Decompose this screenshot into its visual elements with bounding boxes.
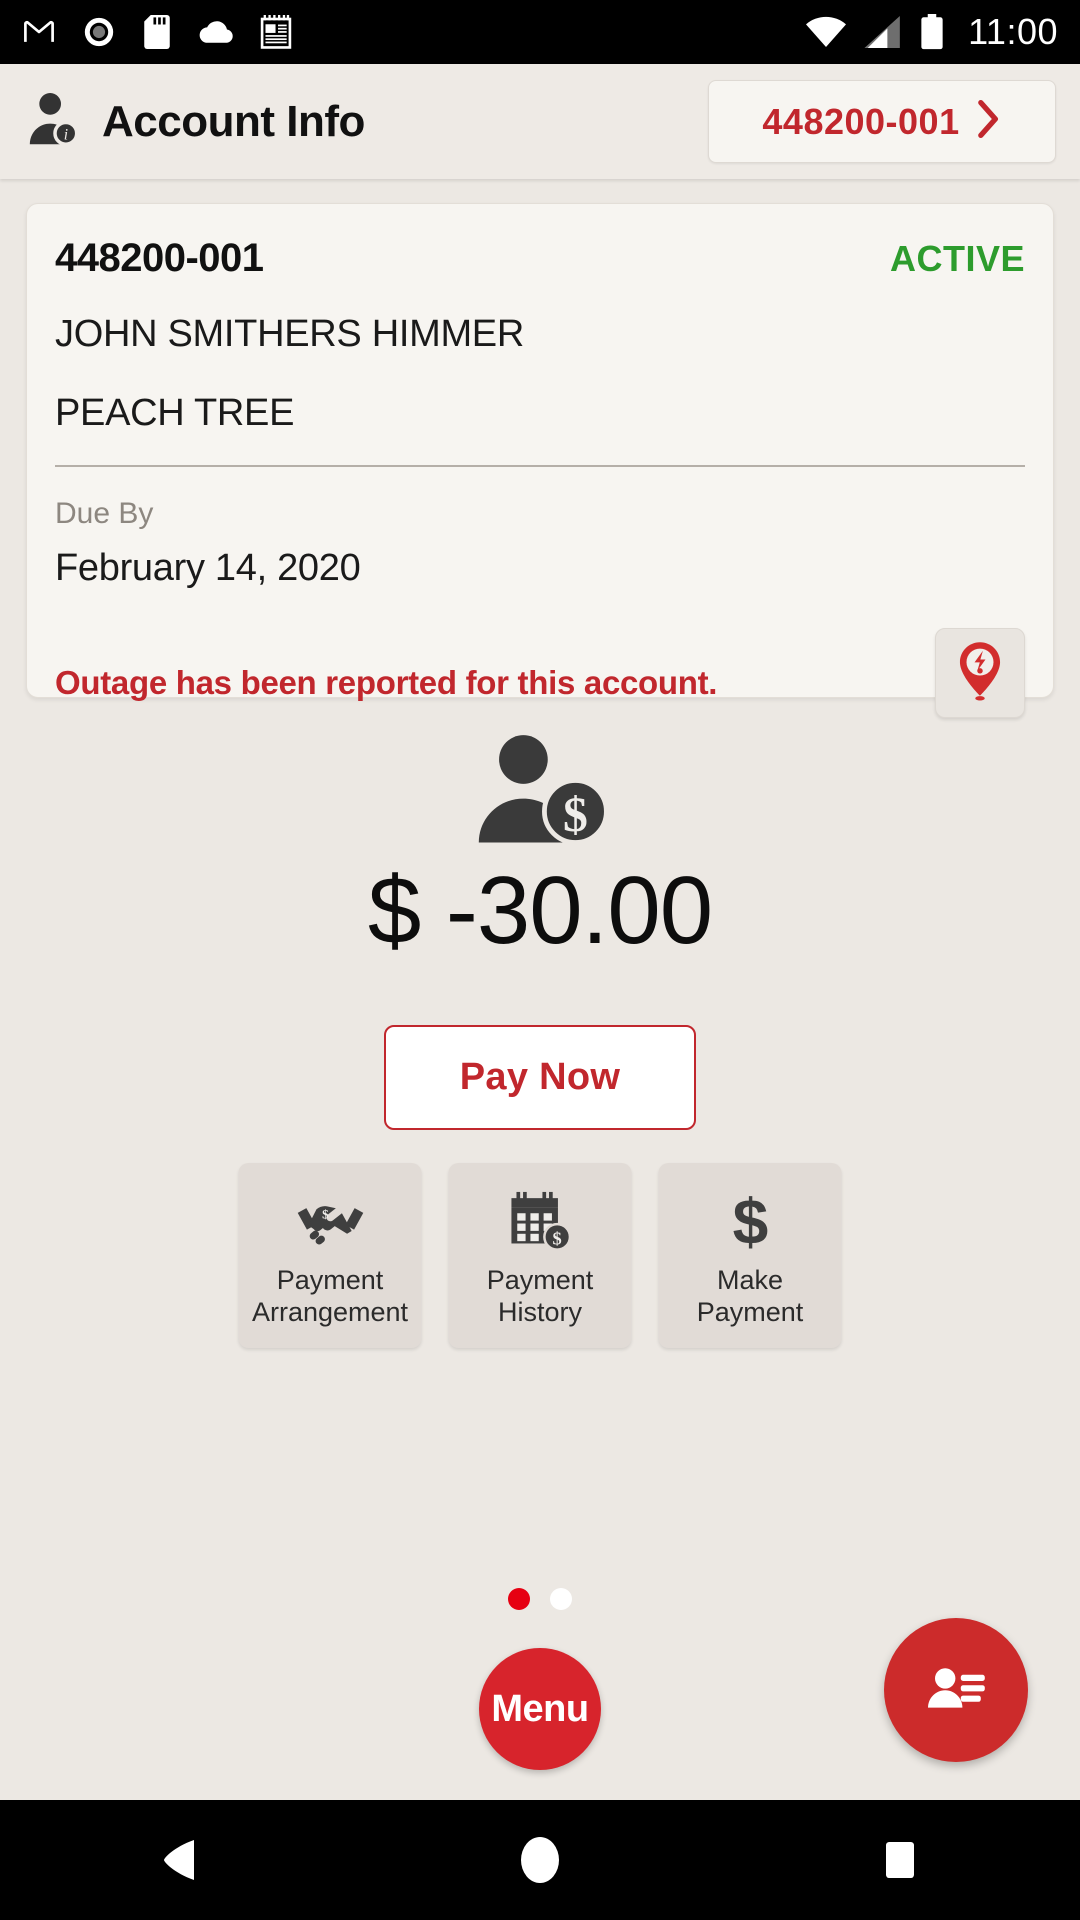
sdcard-icon bbox=[142, 15, 172, 49]
home-circle-icon[interactable] bbox=[480, 1800, 600, 1920]
app-header: i Account Info 448200-001 bbox=[0, 64, 1080, 179]
status-bar-notification-icons bbox=[22, 15, 292, 49]
outage-row: Outage has been reported for this accoun… bbox=[55, 628, 1025, 718]
calendar-dollar-icon: $ bbox=[507, 1187, 573, 1255]
tile-payment-arrangement[interactable]: $ Payment Arrangement bbox=[238, 1163, 422, 1348]
status-badge: ACTIVE bbox=[889, 238, 1025, 279]
contact-us-button[interactable] bbox=[884, 1618, 1028, 1762]
tile-label: Make Payment bbox=[696, 1265, 804, 1327]
status-bar-clock: 11:00 bbox=[968, 11, 1058, 52]
svg-text:i: i bbox=[64, 127, 68, 144]
outage-report-button[interactable] bbox=[935, 628, 1025, 718]
recents-square-icon[interactable] bbox=[840, 1800, 960, 1920]
page-dot-1[interactable] bbox=[508, 1588, 530, 1610]
status-bar-system-icons: 11:00 bbox=[806, 11, 1058, 53]
due-by-date: February 14, 2020 bbox=[55, 547, 361, 589]
handshake-dollar-icon: $ bbox=[295, 1187, 365, 1255]
battery-icon bbox=[920, 14, 944, 50]
pay-now-button[interactable]: Pay Now bbox=[384, 1025, 696, 1130]
quick-actions: $ Payment Arrangement $ Payment History … bbox=[238, 1163, 842, 1348]
card-account-number: 448200-001 bbox=[55, 236, 264, 280]
cloud-icon bbox=[198, 19, 234, 45]
tile-payment-history[interactable]: $ Payment History bbox=[448, 1163, 632, 1348]
svg-text:$: $ bbox=[322, 1207, 329, 1221]
svg-text:$: $ bbox=[552, 1229, 561, 1249]
contact-card-icon bbox=[922, 1660, 990, 1721]
balance-section: $ $ -30.00 bbox=[0, 730, 1080, 962]
account-selector-button[interactable]: 448200-001 bbox=[708, 80, 1056, 163]
outage-pin-icon bbox=[951, 640, 1009, 707]
tile-make-payment[interactable]: $ Make Payment bbox=[658, 1163, 842, 1348]
wifi-icon bbox=[806, 16, 847, 48]
tile-label: Payment Arrangement bbox=[251, 1265, 409, 1327]
svg-text:$: $ bbox=[732, 1188, 768, 1254]
page-indicator bbox=[508, 1588, 572, 1610]
app-screen: 11:00 i Account Info 448200-001 448200-0… bbox=[0, 0, 1080, 1920]
android-nav-bar bbox=[0, 1800, 1080, 1920]
outage-message: Outage has been reported for this accoun… bbox=[55, 664, 718, 701]
customer-name: JOHN SMITHERS HIMMER bbox=[55, 313, 525, 355]
menu-button[interactable]: Menu bbox=[479, 1648, 601, 1770]
tile-label: Payment History bbox=[486, 1265, 594, 1327]
chevron-right-icon bbox=[976, 99, 1002, 144]
signal-icon bbox=[864, 16, 902, 48]
balance-amount: $ -30.00 bbox=[367, 857, 713, 964]
record-icon bbox=[82, 15, 116, 49]
back-triangle-icon[interactable] bbox=[120, 1800, 240, 1920]
svg-text:$: $ bbox=[563, 787, 588, 842]
due-by-label: Due By bbox=[55, 497, 154, 530]
gmail-icon bbox=[22, 15, 56, 49]
dollar-sign-icon: $ bbox=[724, 1187, 776, 1255]
account-summary-card[interactable]: 448200-001 ACTIVE JOHN SMITHERS HIMMER P… bbox=[26, 203, 1054, 718]
page-title: Account Info bbox=[102, 96, 365, 146]
service-address: PEACH TREE bbox=[55, 392, 295, 434]
card-header-row: 448200-001 ACTIVE bbox=[55, 236, 1025, 281]
header-title-group: i Account Info bbox=[24, 88, 365, 155]
status-bar: 11:00 bbox=[0, 0, 1080, 64]
customer-balance-icon: $ bbox=[465, 730, 615, 853]
account-selector-label: 448200-001 bbox=[762, 100, 960, 142]
account-info-icon: i bbox=[24, 88, 86, 155]
card-divider bbox=[55, 465, 1025, 467]
page-dot-2[interactable] bbox=[550, 1588, 572, 1610]
notepad-icon bbox=[260, 15, 292, 49]
